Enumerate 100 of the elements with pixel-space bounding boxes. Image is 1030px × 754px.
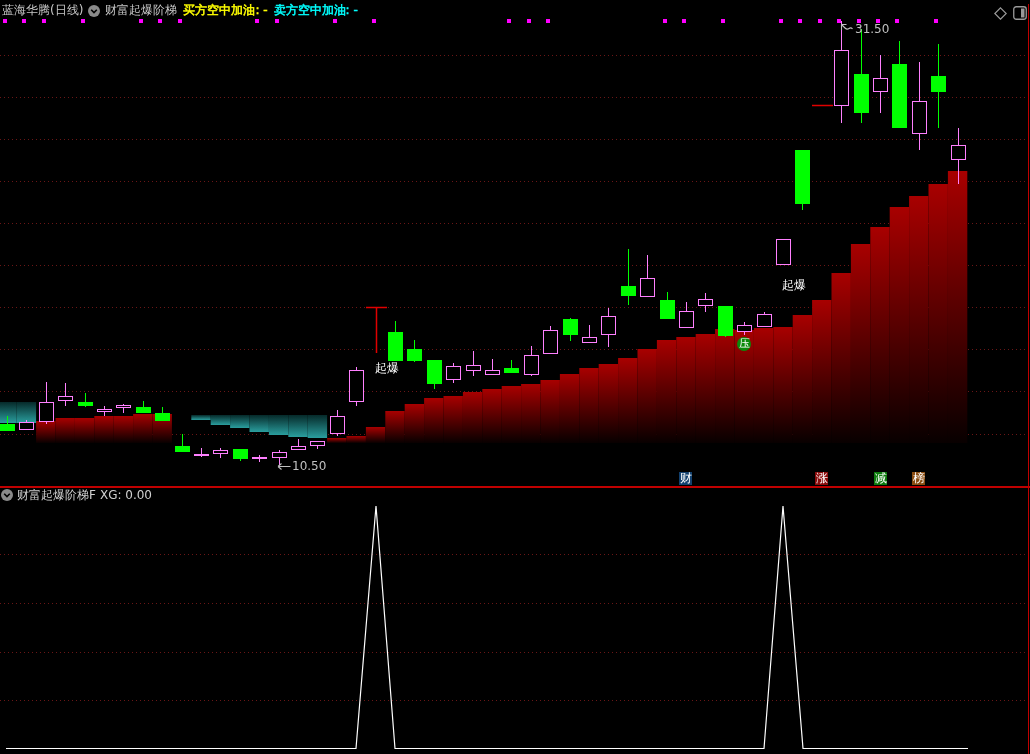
signal-marker-icon — [158, 19, 162, 23]
candlestick — [427, 359, 442, 390]
rising-ladder-step — [521, 384, 541, 443]
candlestick — [951, 127, 966, 185]
falling-ladder-step — [288, 415, 308, 437]
indicator-name: 财富起爆阶梯F — [17, 488, 96, 502]
candlestick — [582, 324, 597, 344]
candlestick — [640, 254, 655, 298]
signal-marker-icon — [333, 19, 337, 23]
signal-marker-icon — [779, 19, 783, 23]
candlestick — [524, 345, 539, 377]
candlestick — [252, 454, 267, 463]
candlestick — [621, 248, 636, 306]
rising-ladder-step — [55, 418, 75, 443]
indicator-readout: 卖方空中加油: - — [273, 3, 358, 18]
event-tag[interactable]: 财 — [679, 472, 692, 485]
signal-marker-icon — [527, 19, 531, 23]
falling-ladder-step — [230, 415, 250, 428]
rising-ladder-step — [501, 386, 522, 443]
candlestick — [349, 366, 364, 407]
signal-marker-icon — [42, 19, 46, 23]
signal-marker-icon — [507, 19, 511, 23]
candlestick — [543, 325, 558, 355]
candlestick — [58, 382, 73, 407]
candlestick — [485, 358, 500, 376]
candlestick — [155, 406, 170, 422]
rising-ladder-step — [424, 398, 444, 443]
candlestick — [446, 362, 461, 384]
falling-ladder-step — [268, 415, 289, 435]
rising-ladder-step — [133, 414, 153, 443]
stock-title: 蓝海华腾(日线) — [2, 3, 84, 18]
signal-marker-icon — [22, 19, 26, 23]
event-tag[interactable]: 榜 — [912, 472, 925, 485]
signal-marker-icon — [895, 19, 899, 23]
candlestick — [407, 339, 422, 363]
pointer-arrow-icon — [277, 461, 291, 471]
indicator-name: 财富起爆阶梯 — [105, 3, 178, 18]
high-price-label: 31.50 — [855, 23, 890, 35]
falling-ladder-step — [0, 402, 17, 423]
signal-marker-icon — [255, 19, 259, 23]
signal-marker-icon — [837, 19, 841, 23]
candlestick — [563, 317, 578, 342]
chevron-down-icon[interactable] — [88, 4, 101, 17]
candlestick — [175, 433, 190, 453]
event-tag[interactable]: 涨 — [815, 472, 828, 485]
candlestick — [660, 291, 675, 320]
candlestick — [213, 447, 228, 459]
panel-toggle-icon[interactable] — [1013, 6, 1027, 20]
indicator-readout: XG: 0.00 — [99, 488, 152, 502]
diamond-icon[interactable] — [994, 6, 1007, 20]
rising-ladder-step — [443, 396, 463, 443]
candlestick — [116, 403, 131, 414]
candlestick — [97, 405, 112, 417]
rising-ladder-step — [540, 380, 560, 443]
signal-marker-icon — [3, 19, 7, 23]
candlestick — [737, 321, 752, 336]
signal-marker-icon — [372, 19, 376, 23]
candlestick — [39, 381, 54, 425]
signal-marker-icon — [275, 19, 279, 23]
candlestick — [466, 350, 481, 377]
candlestick — [776, 238, 791, 266]
rising-ladder-step — [36, 421, 56, 443]
falling-ladder-step — [307, 415, 328, 438]
candlestick — [19, 419, 34, 431]
candlestick — [718, 305, 733, 338]
candlestick — [679, 301, 694, 329]
candlestick — [291, 438, 306, 451]
chevron-down-icon[interactable] — [1, 489, 13, 501]
candlestick — [194, 447, 209, 458]
candlestick — [873, 54, 888, 114]
signal-marker-icon — [81, 19, 85, 23]
signal-marker-icon — [721, 19, 725, 23]
signal-marker-icon — [857, 19, 861, 23]
candlestick — [0, 415, 15, 432]
candlestick — [757, 311, 772, 328]
signal-marker-icon — [546, 19, 550, 23]
signal-marker-icon — [818, 19, 822, 23]
signal-marker-icon — [178, 19, 182, 23]
candlestick — [601, 307, 616, 348]
rising-ladder-step — [462, 392, 483, 443]
rising-ladder-step — [559, 374, 580, 443]
candlestick — [504, 359, 519, 374]
signal-marker-icon — [663, 19, 667, 23]
candlestick — [136, 400, 151, 414]
candlestick — [795, 149, 810, 211]
candlestick — [272, 449, 287, 466]
candlestick — [78, 392, 93, 408]
event-tag[interactable]: 减 — [874, 472, 887, 485]
signal-marker-icon — [682, 19, 686, 23]
signal-marker-icon — [934, 19, 938, 23]
rising-ladder-step — [404, 404, 425, 443]
signal-marker-icon — [139, 19, 143, 23]
rising-ladder-step — [94, 416, 114, 443]
signal-label: 起爆 — [782, 278, 806, 293]
candlestick — [310, 440, 325, 450]
signal-label: 起爆 — [375, 361, 399, 376]
indicator-readout: 买方空中加油: - — [183, 3, 268, 18]
low-price-label: 10.50 — [292, 459, 327, 473]
candlestick — [330, 409, 345, 437]
falling-ladder-step — [249, 415, 269, 432]
